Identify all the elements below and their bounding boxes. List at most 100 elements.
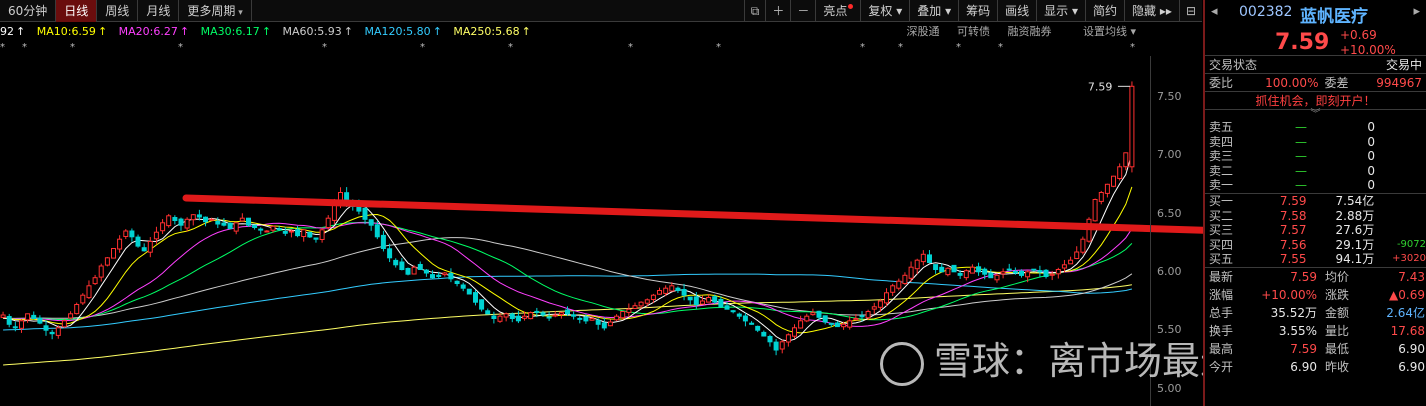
highlight-button[interactable]: 亮点: [815, 0, 860, 22]
ask-row: 卖二 —0: [1209, 163, 1375, 178]
tab-more-periods[interactable]: 更多周期: [179, 0, 252, 22]
candle-body: [828, 322, 834, 325]
simple-button[interactable]: 简约: [1085, 0, 1124, 22]
candle-body: [1068, 259, 1074, 265]
chart-tools: 深股通 可转债 融资融券 设置均线 ▾: [892, 23, 1136, 41]
candle-body: [583, 316, 589, 322]
candle-body: [969, 266, 975, 274]
candle-body: [614, 315, 620, 321]
event-star-icon[interactable]: *: [178, 42, 183, 54]
prev-stock-icon[interactable]: ◂: [1211, 4, 1218, 19]
candle-body: [976, 266, 982, 273]
plus-icon[interactable]: ＋: [765, 0, 790, 22]
event-star-icon[interactable]: *: [70, 42, 75, 54]
candle-body: [246, 217, 251, 226]
weicha-value: 994967: [1376, 76, 1422, 90]
event-star-icon[interactable]: *: [1130, 42, 1135, 54]
candle-body: [92, 277, 98, 285]
draw-button[interactable]: 画线: [997, 0, 1036, 22]
minus-icon[interactable]: －: [790, 0, 815, 22]
candle-body: [135, 236, 141, 247]
event-star-icon[interactable]: *: [998, 42, 1003, 54]
candle-body: [55, 327, 61, 336]
quote-header: ◂ 002382 蓝帆医疗 ▸ 7.59 +0.69 +10.00%: [1205, 0, 1426, 57]
event-star-icon[interactable]: *: [322, 42, 327, 54]
period-toolbar: 60分钟 日线 周线 月线 更多周期 ⧉ ＋ － 亮点 复权 ▾ 叠加 ▾ 筹码…: [0, 0, 1202, 22]
bid-row: 买五 7.55 94.1万 +3020: [1209, 252, 1426, 267]
candle-body: [650, 294, 656, 300]
tab-daily[interactable]: 日线: [56, 0, 98, 22]
convertible-bond-link[interactable]: 可转债: [957, 25, 990, 38]
candle-body: [49, 331, 55, 335]
stock-code: 002382: [1239, 4, 1293, 20]
candle-body: [423, 269, 429, 274]
candle-body: [448, 273, 454, 280]
event-star-icon[interactable]: *: [628, 42, 633, 54]
candle-body: [123, 230, 129, 237]
collapse-chevron-icon[interactable]: ︾: [1205, 110, 1426, 120]
event-star-icon[interactable]: *: [860, 42, 865, 54]
tab-60min[interactable]: 60分钟: [0, 0, 57, 22]
ma-settings-link[interactable]: 设置均线 ▾: [1069, 25, 1136, 38]
last-price-label: 7.59: [1088, 80, 1113, 93]
candle-body: [288, 230, 294, 233]
chips-button[interactable]: 筹码: [958, 0, 997, 22]
event-star-icon[interactable]: *: [956, 42, 961, 54]
sz-connect-link[interactable]: 深股通: [906, 25, 939, 38]
ma60-line: [3, 237, 1133, 319]
tab-monthly[interactable]: 月线: [138, 0, 180, 22]
y-tick-label: 5.50: [1157, 323, 1182, 337]
event-star-icon[interactable]: *: [22, 42, 27, 54]
candle-body: [98, 265, 104, 278]
candle-body: [620, 311, 626, 319]
last-price: 7.59: [1275, 30, 1330, 55]
tab-weekly[interactable]: 周线: [97, 0, 139, 22]
next-stock-icon[interactable]: ▸: [1413, 4, 1420, 19]
event-star-icon[interactable]: *: [898, 42, 903, 54]
candle-body: [1055, 269, 1061, 275]
event-star-icon[interactable]: *: [420, 42, 425, 54]
candle-body: [779, 341, 785, 350]
candle-body: [933, 264, 939, 271]
candle-body: [460, 284, 466, 289]
adjust-button[interactable]: 复权 ▾: [860, 0, 909, 22]
candle-body: [675, 287, 681, 291]
candle-body: [700, 300, 705, 305]
candle-body: [816, 310, 822, 318]
bid-row: 买四 7.56 29.1万 -9072: [1209, 237, 1426, 252]
y-tick-label: 6.50: [1157, 206, 1182, 220]
ma10-label: MA10:6.59: [36, 25, 96, 38]
open-account-banner[interactable]: 抓住机会，即刻开户！: [1205, 92, 1426, 110]
bid-row: 买一 7.59 7.54亿: [1209, 193, 1375, 208]
margin-trading-link[interactable]: 融资融券: [1007, 25, 1051, 38]
event-star-icon[interactable]: *: [0, 42, 5, 54]
trade-status: 交易中: [1385, 58, 1422, 72]
window-icon[interactable]: ⧉: [743, 0, 766, 22]
candle-body: [884, 292, 889, 304]
candle-body: [411, 266, 417, 275]
candle-body: [479, 299, 485, 310]
candle-body: [215, 220, 221, 225]
collapse-icon[interactable]: ⊟: [1178, 0, 1202, 22]
candle-body: [693, 296, 699, 305]
quote-stats: 最新 7.59 均价 7.43 涨幅 +10.00% 涨跌 ▲0.69 总手 35.52万 金额 2.…: [1205, 268, 1426, 376]
candle-body: [485, 310, 491, 315]
y-tick-label: 5.00: [1157, 381, 1182, 395]
overlay-button[interactable]: 叠加 ▾: [909, 0, 958, 22]
candle-body: [939, 266, 945, 273]
ma250-label: MA250:5.68: [453, 25, 520, 38]
candle-body: [528, 312, 534, 320]
hide-button[interactable]: 隐藏 ▸▸: [1124, 0, 1179, 22]
candle-body: [1012, 270, 1018, 274]
candle-body: [730, 310, 736, 313]
candle-body: [663, 287, 669, 294]
candle-body: [945, 267, 951, 276]
candle-body: [687, 296, 693, 301]
display-button[interactable]: 显示 ▾: [1036, 0, 1085, 22]
price-axis: 7.50 7.00 6.50 6.00 5.50 5.00: [1150, 56, 1202, 406]
event-star-icon[interactable]: *: [508, 42, 513, 54]
candlestick-chart[interactable]: 7.59: [0, 56, 1318, 406]
ask-row: 卖五 —0: [1209, 120, 1375, 134]
event-star-icon[interactable]: *: [716, 42, 721, 54]
ask-row: 卖四 —0: [1209, 134, 1375, 149]
